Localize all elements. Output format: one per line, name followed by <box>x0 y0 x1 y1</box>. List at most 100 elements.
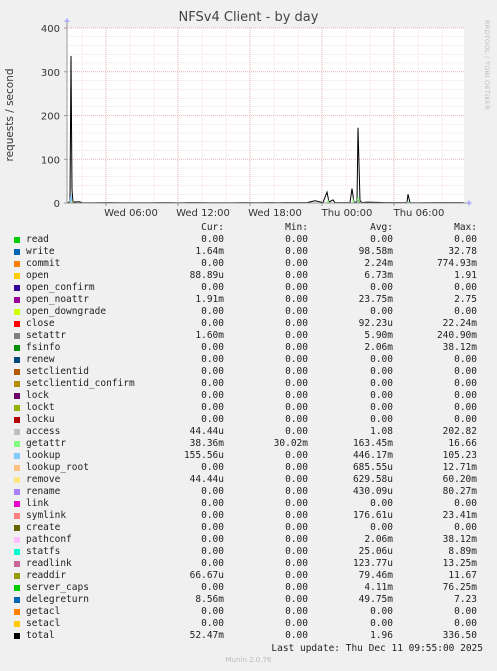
legend-row: read 0.00 0.00 0.00 0.00 <box>0 234 497 246</box>
legend-value-avg: 0.00 <box>370 366 393 377</box>
legend-swatch <box>14 537 20 543</box>
last-update: Last update: Thu Dec 11 09:55:00 2025 <box>271 643 483 654</box>
legend-swatch <box>14 573 20 579</box>
legend-value-min: 0.00 <box>285 582 308 593</box>
legend-row: remove 44.44u 0.00 629.58u 60.20m <box>0 474 497 486</box>
legend-value-max: 76.25m <box>442 582 477 593</box>
legend-value-cur: 88.89u <box>189 270 224 281</box>
legend-value-avg: 1.96 <box>370 630 393 641</box>
legend-row: readlink 0.00 0.00 123.77u 13.25m <box>0 558 497 570</box>
legend-value-cur: 0.00 <box>201 486 224 497</box>
legend-value-cur: 0.00 <box>201 534 224 545</box>
legend-value-min: 0.00 <box>285 294 308 305</box>
legend-value-min: 0.00 <box>285 594 308 605</box>
legend-value-min: 0.00 <box>285 246 308 257</box>
legend-value-cur: 0.00 <box>201 234 224 245</box>
legend-value-cur: 1.91m <box>195 294 224 305</box>
legend-value-avg: 123.77u <box>352 558 393 569</box>
legend-value-max: 16.66 <box>448 438 477 449</box>
legend-value-cur: 0.00 <box>201 498 224 509</box>
legend-value-max: 1.91 <box>454 270 477 281</box>
legend-value-avg: 0.00 <box>370 498 393 509</box>
legend-series-name: read <box>26 234 49 245</box>
legend-value-avg: 446.17m <box>352 450 393 461</box>
legend-value-max: 0.00 <box>454 414 477 425</box>
legend-swatch <box>14 273 20 279</box>
legend-value-cur: 0.00 <box>201 402 224 413</box>
legend-row: renew 0.00 0.00 0.00 0.00 <box>0 354 497 366</box>
legend-value-cur: 0.00 <box>201 546 224 557</box>
legend-series-name: lockt <box>26 402 55 413</box>
legend-swatch <box>14 465 20 471</box>
legend-swatch <box>14 561 20 567</box>
legend-value-cur: 0.00 <box>201 522 224 533</box>
legend-value-avg: 430.09u <box>352 486 393 497</box>
legend-swatch <box>14 525 20 531</box>
x-tick-label: Thu 06:00 <box>393 208 445 219</box>
y-tick-label: 400 <box>41 24 60 35</box>
legend-value-min: 0.00 <box>285 330 308 341</box>
legend-value-min: 0.00 <box>285 570 308 581</box>
legend-row: server_caps 0.00 0.00 4.11m 76.25m <box>0 582 497 594</box>
legend-series-name: statfs <box>26 546 61 557</box>
legend-value-cur: 44.44u <box>189 474 224 485</box>
legend-value-max: 0.00 <box>454 390 477 401</box>
legend-value-min: 0.00 <box>285 546 308 557</box>
legend-value-avg: 23.75m <box>358 294 393 305</box>
legend-row: write 1.64m 0.00 98.58m 32.78 <box>0 246 497 258</box>
legend-value-cur: 0.00 <box>201 618 224 629</box>
legend-series-name: close <box>26 318 55 329</box>
legend-value-avg: 176.61u <box>352 510 393 521</box>
legend-row: open_downgrade 0.00 0.00 0.00 0.00 <box>0 306 497 318</box>
legend-swatch <box>14 249 20 255</box>
legend-value-cur: 38.36m <box>189 438 224 449</box>
legend-row: open_noattr 1.91m 0.00 23.75m 2.75 <box>0 294 497 306</box>
legend-value-min: 0.00 <box>285 462 308 473</box>
legend-value-min: 0.00 <box>285 474 308 485</box>
legend-value-max: 0.00 <box>454 366 477 377</box>
legend-value-max: 0.00 <box>454 234 477 245</box>
legend-value-avg: 92.23u <box>358 318 393 329</box>
legend-series-name: getattr <box>26 438 67 449</box>
legend-swatch <box>14 297 20 303</box>
legend-value-cur: 52.47m <box>189 630 224 641</box>
legend-value-avg: 0.00 <box>370 354 393 365</box>
legend-value-min: 0.00 <box>285 630 308 641</box>
legend-value-min: 0.00 <box>285 450 308 461</box>
header-avg: Avg: <box>370 222 393 233</box>
legend-swatch <box>14 489 20 495</box>
legend-value-cur: 0.00 <box>201 414 224 425</box>
legend-swatch <box>14 321 20 327</box>
legend-series-name: readdir <box>26 570 67 581</box>
legend-row: setclientid 0.00 0.00 0.00 0.00 <box>0 366 497 378</box>
legend-value-min: 0.00 <box>285 318 308 329</box>
legend-swatch <box>14 381 20 387</box>
legend-swatch <box>14 609 20 615</box>
legend-swatch <box>14 549 20 555</box>
legend-value-max: 774.93m <box>436 258 477 269</box>
header-min: Min: <box>285 222 308 233</box>
legend-value-avg: 4.11m <box>364 582 393 593</box>
legend-row: lookup_root 0.00 0.00 685.55u 12.71m <box>0 462 497 474</box>
legend-series-name: rename <box>26 486 61 497</box>
legend-value-avg: 98.58m <box>358 246 393 257</box>
legend-series-name: locku <box>26 414 55 425</box>
legend-value-max: 0.00 <box>454 522 477 533</box>
legend-value-avg: 2.06m <box>364 534 393 545</box>
y-tick-label: 300 <box>41 68 60 79</box>
legend-series-name: lookup_root <box>26 462 89 473</box>
legend-value-cur: 0.00 <box>201 606 224 617</box>
legend-series-name: symlink <box>26 510 67 521</box>
legend-series-name: commit <box>26 258 61 269</box>
legend-series-name: open_confirm <box>26 282 95 293</box>
legend-value-min: 0.00 <box>285 234 308 245</box>
legend-value-avg: 49.75m <box>358 594 393 605</box>
chart-plot: 0 100 200 300 400 Wed 06:00 Wed 12:00 Wed 18:00… <box>41 18 472 219</box>
legend-value-avg: 5.90m <box>364 330 393 341</box>
legend-swatch <box>14 441 20 447</box>
x-tick-label: Wed 18:00 <box>248 208 302 219</box>
legend-value-min: 0.00 <box>285 390 308 401</box>
legend-value-max: 0.00 <box>454 378 477 389</box>
legend-row: delegreturn 8.56m 0.00 49.75m 7.23 <box>0 594 497 606</box>
legend-value-avg: 0.00 <box>370 414 393 425</box>
